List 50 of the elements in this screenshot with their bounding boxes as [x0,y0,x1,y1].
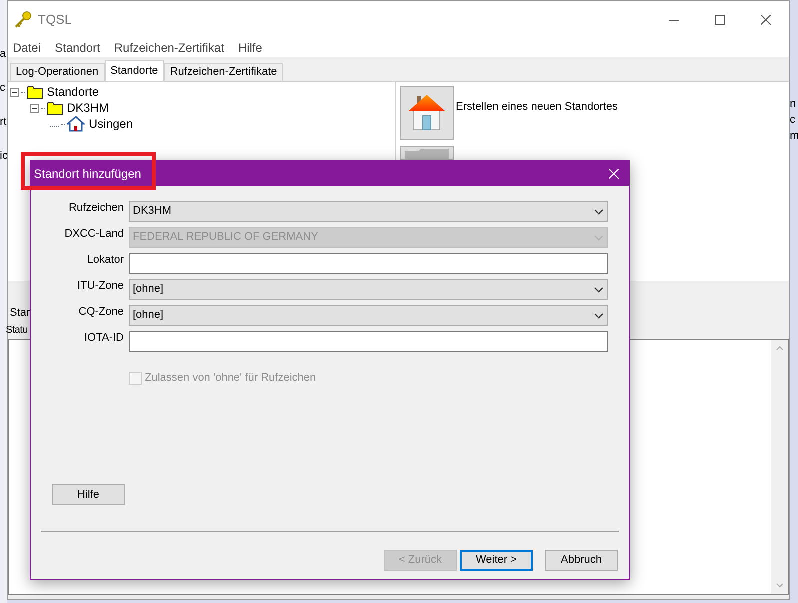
chevron-down-icon [594,286,604,292]
help-button[interactable]: Hilfe [52,484,125,506]
folder-icon [27,86,43,98]
dialog-button[interactable]: Abbruch [545,550,618,570]
status-label: Statu [6,324,28,338]
background-text: rt [0,116,7,128]
menu-item[interactable]: Datei [13,39,42,57]
menu-item[interactable]: Rufzeichen-Zertifikat [114,39,224,57]
background-text: n [790,98,798,110]
field-label: IOTA-ID [83,331,124,346]
key-icon [14,11,32,29]
field-label: CQ-Zone [78,305,124,320]
maximize-icon [715,15,725,25]
tab[interactable]: Standorte [104,60,164,81]
field-label: Lokator [86,253,124,268]
background-text: c [790,114,796,126]
tab[interactable]: Rufzeichen-Zertifikate [164,63,284,81]
tree-item[interactable]: Usingen [87,115,134,133]
checkbox-label: Zulassen von 'ohne' für Rufzeichen [145,371,316,386]
field-label: Rufzeichen [68,201,124,216]
window-title: TQSL [38,11,72,30]
tab[interactable]: Star [10,304,30,321]
dropdown-field[interactable]: DK3HM [129,201,608,222]
dialog-button[interactable]: Weiter > [460,550,533,570]
chevron-down-icon [594,208,604,214]
background-text: c [0,82,6,94]
house-icon [409,94,445,132]
dropdown-field[interactable]: [ohne] [129,279,608,300]
tree-item[interactable]: DK3HM [65,99,110,117]
menu-item[interactable]: Hilfe [238,39,262,57]
background-text: a [0,48,7,60]
input-field[interactable] [129,331,608,352]
house-icon [67,116,85,132]
field-label: ITU-Zone [76,279,124,294]
menu-item[interactable]: Standort [55,39,100,57]
field-label: DXCC-Land [64,227,124,242]
tree-item[interactable]: Standorte [45,83,100,101]
collapse-icon[interactable] [30,104,39,112]
collapse-icon[interactable] [10,88,19,96]
dialog-title: Standort hinzufügen [34,166,142,182]
dropdown-field[interactable]: [ohne] [129,305,608,326]
chevron-down-icon [594,312,604,318]
input-field[interactable] [129,253,608,274]
tab[interactable]: Log-Operationen [10,63,105,81]
close-icon [761,15,771,25]
new-location-button[interactable] [400,86,454,140]
close-icon [609,168,619,178]
folder-icon [47,102,63,114]
action-label: Erstellen eines neuen Standortes [456,100,618,115]
chevron-down-icon [594,234,604,240]
